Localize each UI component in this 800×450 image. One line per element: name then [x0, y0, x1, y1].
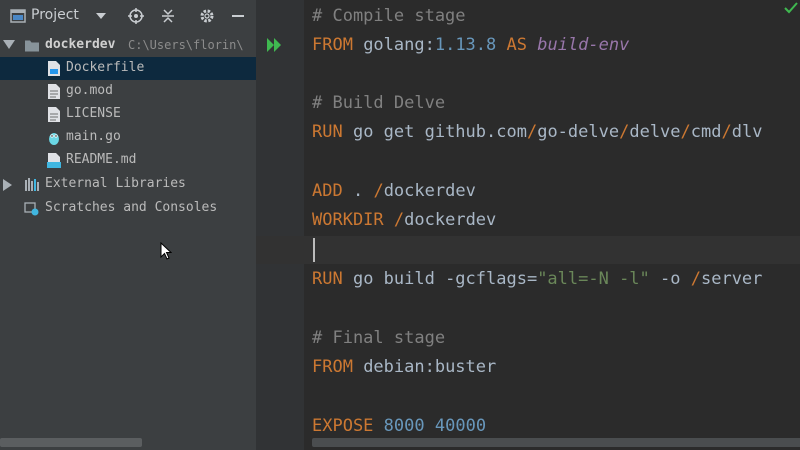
code-keyword: ADD: [312, 181, 343, 201]
tree-item-dockerfile[interactable]: Dockerfile: [0, 57, 256, 80]
code-keyword: FROM: [312, 357, 353, 377]
code-separator: /: [526, 122, 538, 142]
text-caret: [313, 238, 315, 262]
tree-item-readme[interactable]: README.md: [0, 149, 256, 172]
tree-item-external-libraries[interactable]: External Libraries: [0, 173, 256, 196]
code-text: go build -gcflags=: [342, 269, 538, 289]
code-text: delve: [629, 122, 681, 142]
code-separator: /: [721, 122, 732, 142]
code-text: dlv: [731, 122, 763, 142]
docker-file-icon: [48, 61, 60, 76]
project-view-selector[interactable]: Project: [31, 7, 79, 23]
code-line: ADD . /dockerdev: [312, 177, 476, 205]
code-line: RUN go build -gcflags="all=-N -l" -o /se…: [312, 265, 762, 293]
locate-target-icon[interactable]: [128, 8, 144, 24]
tree-item-go-mod[interactable]: go.mod: [0, 80, 256, 103]
project-horizontal-scrollbar[interactable]: [0, 438, 142, 447]
code-line: # Compile stage: [312, 2, 466, 30]
code-text: server: [700, 269, 763, 289]
editor-horizontal-scrollbar[interactable]: [312, 438, 800, 447]
code-line: FROM golang:1.13.8 AS build-env: [312, 31, 629, 59]
code-keyword: RUN: [312, 122, 343, 142]
file-name: go.mod: [66, 83, 113, 98]
file-name: LICENSE: [66, 106, 121, 121]
code-text: cmd: [690, 122, 722, 142]
code-keyword: WORKDIR: [312, 210, 384, 230]
code-line: RUN go get github.com/go-delve/delve/cmd…: [312, 118, 762, 146]
expand-arrow-icon[interactable]: [3, 179, 12, 191]
file-name: Dockerfile: [66, 60, 145, 75]
code-editor[interactable]: # Compile stage FROM golang:1.13.8 AS bu…: [256, 0, 800, 450]
code-text: dockerdev: [383, 181, 476, 201]
code-keyword: RUN: [312, 269, 343, 289]
project-tool-window: Project dockerdev C:\Users\florin\ Docke…: [0, 0, 256, 450]
code-separator: /: [373, 181, 384, 201]
minimize-icon[interactable]: [230, 8, 246, 24]
code-keyword: AS: [496, 35, 538, 55]
code-line: # Build Delve: [312, 89, 445, 117]
code-comment: # Build Delve: [312, 93, 446, 113]
code-separator: /: [690, 269, 701, 289]
code-text: -o: [649, 269, 691, 289]
root-folder-name: dockerdev: [45, 37, 116, 52]
checkmark-icon: [784, 2, 798, 14]
code-text: dockerdev: [404, 210, 497, 230]
markdown-file-icon: [47, 153, 61, 168]
code-text: .: [342, 181, 374, 201]
code-line: EXPOSE 8000 40000: [312, 412, 486, 440]
text-file-icon: [48, 84, 60, 99]
code-number: 8000: [383, 416, 425, 436]
file-name: README.md: [66, 152, 137, 167]
code-keyword: FROM: [312, 35, 353, 55]
code-text: go-delve: [537, 122, 620, 142]
tree-item-label: Scratches and Consoles: [45, 200, 218, 215]
code-separator: /: [619, 122, 630, 142]
code-text: debian:buster: [352, 357, 497, 377]
tree-item-main-go[interactable]: main.go: [0, 126, 256, 149]
project-toolbar: Project: [0, 0, 256, 32]
code-text: golang:: [352, 35, 435, 55]
code-separator: /: [680, 122, 691, 142]
tree-item-license[interactable]: LICENSE: [0, 103, 256, 126]
editor-gutter: [256, 0, 304, 450]
code-line: # Final stage: [312, 324, 445, 352]
root-folder-path: C:\Users\florin\: [128, 38, 244, 52]
code-line: FROM debian:buster: [312, 353, 496, 381]
tree-item-scratches[interactable]: Scratches and Consoles: [0, 197, 256, 220]
run-gutter-icon[interactable]: [266, 37, 284, 53]
code-number: 1.13.8: [434, 35, 497, 55]
current-line-highlight: [256, 236, 800, 264]
code-string: "all=-N -l": [537, 269, 650, 289]
chevron-down-icon[interactable]: [95, 10, 107, 22]
tree-root-dockerdev[interactable]: dockerdev C:\Users\florin\: [0, 34, 256, 57]
mouse-cursor-icon: [160, 242, 172, 260]
text-file-icon: [48, 107, 60, 122]
tree-item-label: External Libraries: [45, 176, 186, 191]
code-separator: /: [393, 210, 405, 230]
code-comment: # Compile stage: [312, 6, 466, 26]
expand-arrow-icon[interactable]: [3, 40, 15, 49]
code-keyword: EXPOSE: [312, 416, 374, 436]
code-number: 40000: [434, 416, 487, 436]
code-comment: # Final stage: [312, 328, 446, 348]
go-gopher-icon: [49, 133, 59, 145]
folder-icon: [25, 40, 39, 52]
scratches-icon: [24, 202, 39, 216]
gear-icon[interactable]: [199, 8, 215, 24]
code-stage-name: build-env: [537, 35, 630, 55]
file-name: main.go: [66, 129, 121, 144]
libraries-icon: [25, 178, 39, 191]
project-window-icon: [10, 9, 26, 23]
collapse-all-icon[interactable]: [160, 8, 176, 24]
code-text: go get github.com: [342, 122, 527, 142]
code-line: WORKDIR /dockerdev: [312, 206, 496, 234]
